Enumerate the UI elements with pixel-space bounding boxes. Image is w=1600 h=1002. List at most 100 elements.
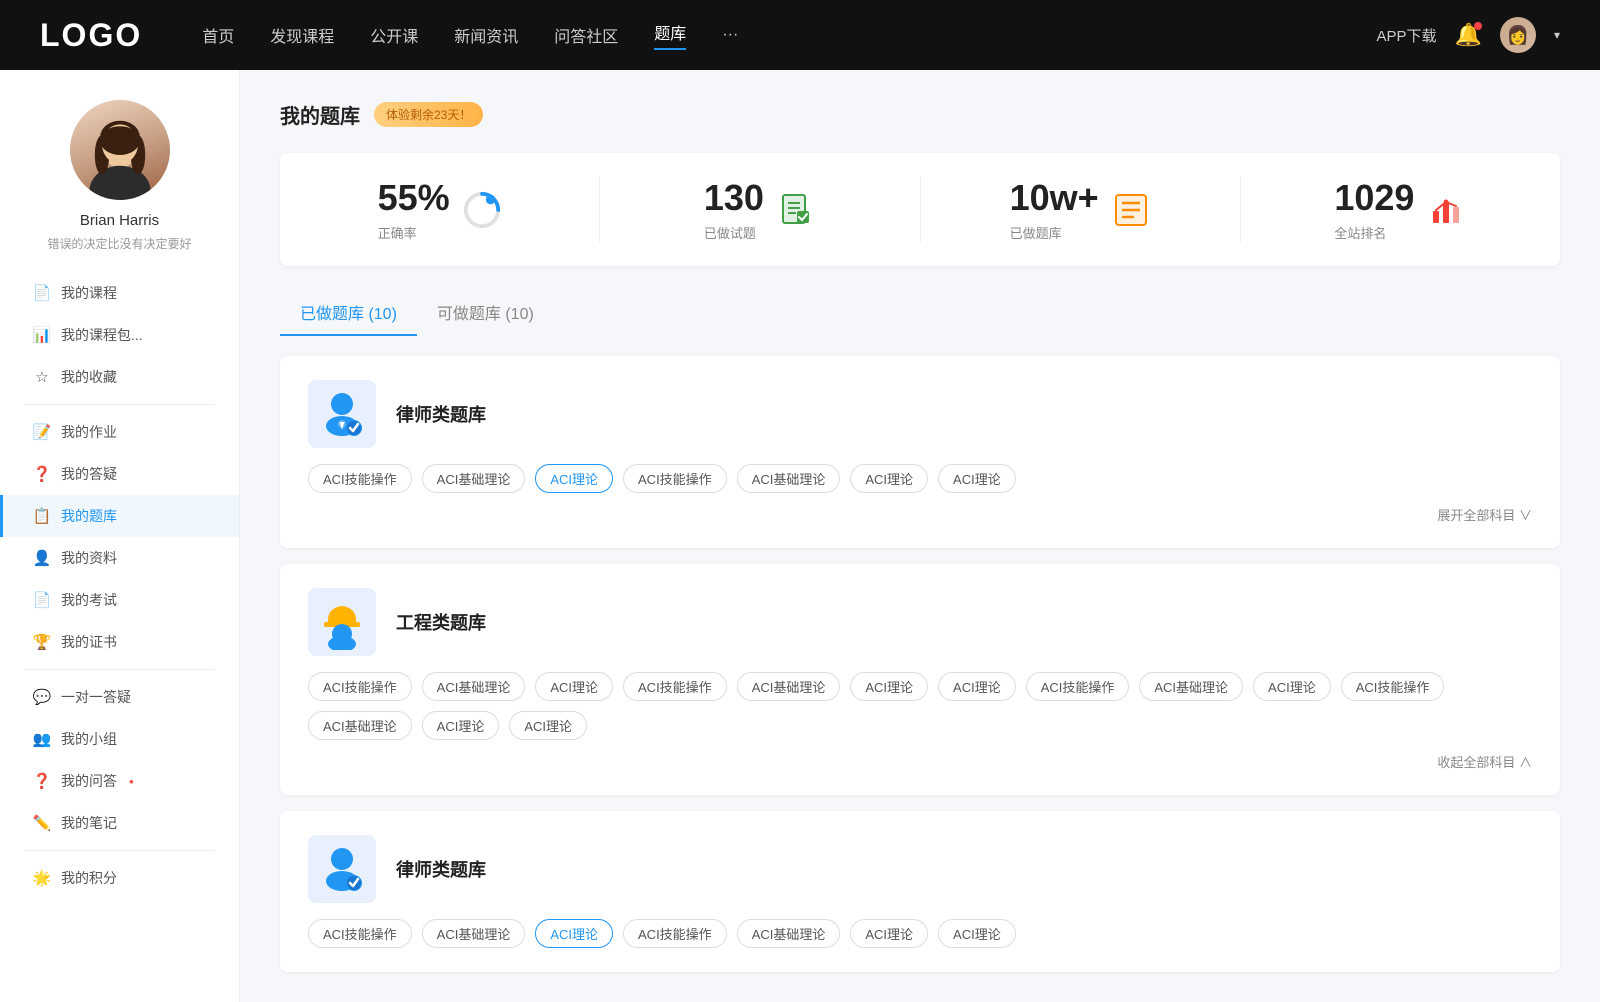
quiz-card-header-1: 律师类题库 (308, 380, 1532, 448)
notes-icon: ✏️ (33, 814, 51, 832)
quiz-tag-3-3[interactable]: ACI技能操作 (623, 919, 727, 948)
sidebar-item-points[interactable]: 🌟 我的积分 (0, 857, 239, 899)
chart-icon-svg (1429, 193, 1463, 227)
quiz-tag-2-1[interactable]: ACI基础理论 (422, 672, 526, 701)
sidebar-item-questions[interactable]: ❓ 我的问答 ● (0, 760, 239, 802)
sidebar-label-questions: 我的问答 (61, 771, 117, 791)
main-layout: Brian Harris 错误的决定比没有决定要好 📄 我的课程 📊 我的课程包… (0, 70, 1600, 1002)
quiz-tag-3-4[interactable]: ACI基础理论 (737, 919, 841, 948)
quiz-tag-3-1[interactable]: ACI基础理论 (422, 919, 526, 948)
sidebar-item-group[interactable]: 👥 我的小组 (0, 718, 239, 760)
quiz-tag-2-11[interactable]: ACI基础理论 (308, 711, 412, 740)
quiz-tag-2-13[interactable]: ACI理论 (509, 711, 587, 740)
nav-more[interactable]: ··· (722, 26, 738, 44)
avatar-image (75, 110, 165, 200)
quiz-tag-3-5[interactable]: ACI理论 (850, 919, 928, 948)
stat-done-questions-text: 130 已做试题 (704, 177, 764, 242)
sidebar-item-homework[interactable]: 📝 我的作业 (0, 411, 239, 453)
tab-bar: 已做题库 (10) 可做题库 (10) (280, 290, 1560, 336)
tab-done-quiz[interactable]: 已做题库 (10) (280, 290, 417, 336)
quiz-tag-2-2[interactable]: ACI理论 (535, 672, 613, 701)
app-download[interactable]: APP下载 (1377, 25, 1437, 46)
quiz-tag-2-0[interactable]: ACI技能操作 (308, 672, 412, 701)
stat-done-questions: 130 已做试题 (600, 177, 920, 242)
stat-done-quizbank: 10w+ 已做题库 (921, 177, 1241, 242)
sidebar-item-profile[interactable]: 👤 我的资料 (0, 537, 239, 579)
user-avatar-nav[interactable]: 👩 (1500, 17, 1536, 53)
sidebar-item-course[interactable]: 📄 我的课程 (0, 272, 239, 314)
sidebar-label-qa: 我的答疑 (61, 464, 117, 484)
quiz-tag-1-3[interactable]: ACI技能操作 (623, 464, 727, 493)
quiz-card-name-1: 律师类题库 (396, 401, 486, 427)
quiz-tag-2-4[interactable]: ACI基础理论 (737, 672, 841, 701)
stat-accuracy: 55% 正确率 (280, 177, 600, 242)
quiz-tag-2-10[interactable]: ACI技能操作 (1341, 672, 1445, 701)
quiz-tag-3-6[interactable]: ACI理论 (938, 919, 1016, 948)
quiz-tag-1-4[interactable]: ACI基础理论 (737, 464, 841, 493)
quiz-tag-1-6[interactable]: ACI理论 (938, 464, 1016, 493)
quiz-collapse-btn[interactable]: 收起全部科目 ∧ (1437, 752, 1532, 771)
sidebar-menu: 📄 我的课程 📊 我的课程包... ☆ 我的收藏 📝 我的作业 ❓ 我的答疑 � (0, 272, 239, 899)
quiz-tag-3-2[interactable]: ACI理论 (535, 919, 613, 948)
quiz-card-name-3: 律师类题库 (396, 856, 486, 882)
quiz-tag-2-8[interactable]: ACI基础理论 (1139, 672, 1243, 701)
stat-ranking-value: 1029 (1334, 177, 1414, 219)
user-menu-chevron[interactable]: ▾ (1554, 28, 1560, 42)
quiz-icon: 📋 (33, 507, 51, 525)
quiz-tag-3-0[interactable]: ACI技能操作 (308, 919, 412, 948)
sidebar-item-exam[interactable]: 📄 我的考试 (0, 579, 239, 621)
nav-home[interactable]: 首页 (202, 23, 234, 47)
quiz-tag-1-0[interactable]: ACI技能操作 (308, 464, 412, 493)
sidebar-item-certificate[interactable]: 🏆 我的证书 (0, 621, 239, 663)
quiz-card-name-2: 工程类题库 (396, 609, 486, 635)
sidebar-item-notes[interactable]: ✏️ 我的笔记 (0, 802, 239, 844)
quiz-tag-2-12[interactable]: ACI理论 (422, 711, 500, 740)
trial-badge: 体验剩余23天！ (374, 102, 483, 127)
sidebar-item-tutor[interactable]: 💬 一对一答疑 (0, 676, 239, 718)
quiz-tag-2-5[interactable]: ACI理论 (850, 672, 928, 701)
exam-icon: 📄 (33, 591, 51, 609)
stat-ranking: 1029 全站排名 (1241, 177, 1560, 242)
quiz-tag-2-6[interactable]: ACI理论 (938, 672, 1016, 701)
nav-open-course[interactable]: 公开课 (370, 23, 418, 47)
quiz-tag-1-2[interactable]: ACI理论 (535, 464, 613, 493)
homework-icon: 📝 (33, 423, 51, 441)
quiz-tag-2-9[interactable]: ACI理论 (1253, 672, 1331, 701)
sidebar-divider-3 (24, 850, 215, 851)
quiz-tag-1-5[interactable]: ACI理论 (850, 464, 928, 493)
stat-ranking-label: 全站排名 (1334, 223, 1414, 242)
quiz-footer-1: 展开全部科目 ∨ (308, 505, 1532, 524)
tab-available-quiz[interactable]: 可做题库 (10) (417, 290, 554, 336)
stat-done-questions-icon (776, 190, 816, 230)
sidebar-label-exam: 我的考试 (61, 590, 117, 610)
sidebar-item-favorites[interactable]: ☆ 我的收藏 (0, 356, 239, 398)
nav-discover[interactable]: 发现课程 (270, 23, 334, 47)
stat-done-questions-value: 130 (704, 177, 764, 219)
group-icon: 👥 (33, 730, 51, 748)
sidebar-item-quiz[interactable]: 📋 我的题库 (0, 495, 239, 537)
stat-accuracy-label: 正确率 (378, 223, 450, 242)
sidebar-item-course-package[interactable]: 📊 我的课程包... (0, 314, 239, 356)
nav-right: APP下载 🔔 👩 ▾ (1377, 17, 1560, 53)
nav-news[interactable]: 新闻资讯 (454, 23, 518, 47)
sidebar-item-qa[interactable]: ❓ 我的答疑 (0, 453, 239, 495)
quiz-expand-btn-1[interactable]: 展开全部科目 ∨ (1437, 505, 1532, 524)
quiz-tag-1-1[interactable]: ACI基础理论 (422, 464, 526, 493)
sidebar-label-certificate: 我的证书 (61, 632, 117, 652)
sidebar-label-homework: 我的作业 (61, 422, 117, 442)
lawyer-svg-1 (314, 386, 370, 442)
nav-quiz[interactable]: 题库 (654, 20, 686, 50)
stat-ranking-text: 1029 全站排名 (1334, 177, 1414, 242)
notification-bell[interactable]: 🔔 (1455, 22, 1482, 48)
stat-ranking-icon (1426, 190, 1466, 230)
sidebar-label-quiz: 我的题库 (61, 506, 117, 526)
page-title: 我的题库 (280, 100, 360, 129)
notification-dot (1474, 22, 1482, 30)
quiz-tag-2-3[interactable]: ACI技能操作 (623, 672, 727, 701)
sidebar-label-tutor: 一对一答疑 (61, 687, 131, 707)
questions-icon: ❓ (33, 772, 51, 790)
certificate-icon: 🏆 (33, 633, 51, 651)
quiz-tag-2-7[interactable]: ACI技能操作 (1026, 672, 1130, 701)
list-icon-svg (1114, 193, 1148, 227)
nav-qa[interactable]: 问答社区 (554, 23, 618, 47)
